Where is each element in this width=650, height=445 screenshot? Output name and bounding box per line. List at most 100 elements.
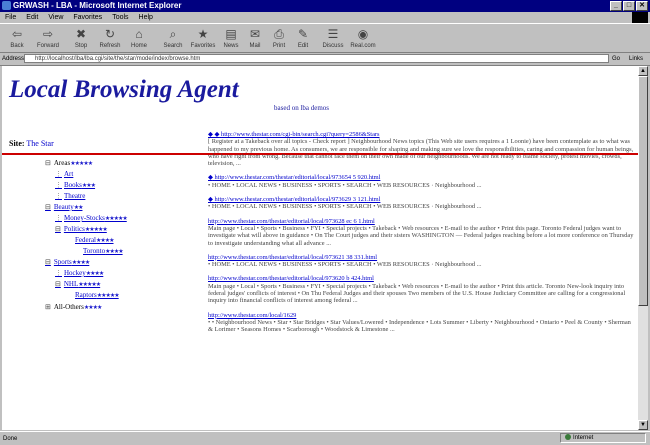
rating-stars: ★★★★	[83, 305, 102, 311]
tree-branch-icon: ⋮	[55, 181, 62, 189]
result-link[interactable]: ◆ http://www.thestar.com/thestar/editori…	[208, 174, 634, 181]
edit-button[interactable]: ✎ Edit	[288, 27, 318, 49]
tree-branch-icon: ⋮	[55, 170, 62, 178]
tree-node-areas[interactable]: ⊟ Areas★★★★★	[45, 159, 93, 167]
powered-by-link[interactable]: based on lba demos	[274, 104, 329, 112]
result-snippet: • HOME • LOCAL NEWS • BUSINESS • SPORTS …	[208, 181, 482, 189]
rating-stars: ★★★★★	[104, 216, 128, 222]
menu-edit[interactable]: Edit	[21, 12, 43, 23]
scrollbar-thumb[interactable]	[638, 76, 648, 306]
result-item: ◆ http://www.thestar.com/thestar/editori…	[208, 196, 634, 211]
rating-stars: ★★★★	[96, 238, 114, 244]
relevance-diamond-icon: ◆ ◆	[208, 131, 220, 138]
tree-node-sports[interactable]: ⊟ Sports★★★★	[45, 258, 90, 266]
status-text: Done	[3, 436, 18, 442]
menu-tools[interactable]: Tools	[107, 12, 133, 23]
back-button[interactable]: ⇦ Back	[2, 27, 32, 49]
stop-icon: ✖	[75, 27, 87, 41]
collapse-icon[interactable]: ⊟	[45, 203, 51, 211]
result-item: ◆ http://www.thestar.com/thestar/editori…	[208, 174, 634, 189]
ie-icon	[2, 1, 11, 10]
tree-node-nhl[interactable]: ⊟ NHL★★★★★	[55, 280, 101, 288]
back-arrow-icon: ⇦	[11, 27, 23, 41]
result-link[interactable]: http://www.thestar.com/local/1629	[208, 312, 634, 319]
address-bar: Address http://localhost/lba/lba.cgi/sit…	[0, 53, 650, 66]
discuss-button[interactable]: ☰ Discuss	[318, 27, 348, 49]
collapse-icon[interactable]: ⊟	[45, 159, 51, 167]
category-tree: ⊟ Areas★★★★★ ⋮ Art ⋮ Books★★★ ⋮ Theatre ⊟ Bea…	[37, 159, 207, 399]
minimize-button[interactable]: _	[610, 1, 622, 11]
tree-node-federal[interactable]: Federal★★★★	[75, 236, 114, 244]
result-link[interactable]: http://www.thestar.com/thestar/editorial…	[208, 254, 634, 261]
result-item: http://www.thestar.com/local/1629 • • Ne…	[208, 312, 634, 334]
tree-branch-icon: ⋮	[55, 269, 62, 277]
realcom-icon: ◉	[357, 27, 369, 41]
rating-stars: ★★★★★	[70, 161, 93, 167]
zone-indicator: Internet	[560, 433, 646, 443]
result-link[interactable]: http://www.thestar.com/thestar/editorial…	[208, 275, 634, 282]
vertical-scrollbar[interactable]: ▲ ▼	[638, 66, 648, 430]
rating-stars: ★★★★★	[84, 227, 108, 233]
discuss-icon: ☰	[327, 27, 339, 41]
tree-node-books[interactable]: ⋮ Books★★★	[55, 181, 96, 189]
result-snippet: Main page • Local • Sports • Business • …	[208, 282, 626, 305]
maximize-button[interactable]: □	[623, 1, 635, 11]
links-button[interactable]: Links	[629, 53, 643, 65]
scroll-down-button[interactable]: ▼	[638, 420, 648, 430]
result-item: ◆ ◆ http://www.thestar.com/cgi-bin/searc…	[208, 131, 634, 167]
expand-icon[interactable]: ⊞	[45, 303, 51, 311]
favorites-button[interactable]: ★ Favorites	[188, 27, 218, 49]
menu-help[interactable]: Help	[134, 12, 158, 23]
scroll-up-button[interactable]: ▲	[638, 66, 648, 76]
result-link[interactable]: ◆ ◆ http://www.thestar.com/cgi-bin/searc…	[208, 131, 634, 138]
rating-stars: ★★★	[81, 183, 96, 189]
favorites-icon: ★	[197, 27, 209, 41]
tree-node-beauty[interactable]: ⊟ Beauty★★	[45, 203, 84, 211]
result-snippet: [ Register at a Takeback over all topics…	[208, 138, 634, 168]
refresh-icon: ↻	[104, 27, 116, 41]
result-link[interactable]: http://www.thestar.com/thestar/editorial…	[208, 218, 634, 225]
tree-node-art[interactable]: ⋮ Art	[55, 170, 73, 178]
tree-node-hockey[interactable]: ⋮ Hockey★★★★	[55, 269, 104, 277]
tree-branch-icon: ⋮	[55, 214, 62, 222]
page-title: Local Browsing Agent	[9, 76, 239, 103]
collapse-icon[interactable]: ⊟	[55, 280, 61, 288]
tree-node-theatre[interactable]: ⋮ Theatre	[55, 192, 85, 200]
collapse-icon[interactable]: ⊟	[55, 225, 61, 233]
result-snippet: Main page • Local • Sports • Business • …	[208, 224, 634, 247]
window-controls: _ □ ✕	[610, 1, 648, 11]
windows-logo-icon	[632, 12, 648, 23]
relevance-diamond-icon: ◆	[208, 196, 213, 204]
rating-stars: ★★	[73, 205, 84, 211]
result-item: http://www.thestar.com/thestar/editorial…	[208, 275, 634, 304]
forward-button[interactable]: ⇨ Forward	[33, 27, 63, 49]
site-name-link[interactable]: The Star	[26, 139, 53, 148]
tree-node-all-others[interactable]: ⊞ All-Others★★★★	[45, 303, 102, 311]
stop-button[interactable]: ✖ Stop	[66, 27, 96, 49]
tree-node-politics[interactable]: ⊟ Politics★★★★★	[55, 225, 108, 233]
tree-node-toronto[interactable]: Toronto★★★★	[83, 247, 124, 255]
toolbar: ⇦ Back ⇨ Forward ✖ Stop ↻ Refresh ⌂ Home ⌕ Sea…	[0, 23, 650, 53]
edit-icon: ✎	[297, 27, 309, 41]
forward-arrow-icon: ⇨	[42, 27, 54, 41]
address-input[interactable]: http://localhost/lba/lba.cgi/site/the/st…	[24, 54, 609, 63]
refresh-button[interactable]: ↻ Refresh	[95, 27, 125, 49]
realcom-button[interactable]: ◉ Real.com	[348, 27, 378, 49]
tree-node-money-stocks[interactable]: ⋮ Money-Stocks★★★★★	[55, 214, 128, 222]
result-link[interactable]: ◆ http://www.thestar.com/thestar/editori…	[208, 196, 634, 203]
relevance-diamond-icon: ◆	[208, 174, 213, 182]
tree-node-raptors[interactable]: Raptors★★★★★	[75, 291, 120, 299]
menu-file[interactable]: File	[0, 12, 21, 23]
page-content: Local Browsing Agent based on lba demos …	[2, 66, 638, 430]
collapse-icon[interactable]: ⊟	[45, 258, 51, 266]
go-button[interactable]: Go	[612, 53, 620, 65]
home-button[interactable]: ⌂ Home	[124, 27, 154, 49]
window-title: GRWASH - LBA - Microsoft Internet Explor…	[13, 1, 182, 10]
close-button[interactable]: ✕	[636, 1, 648, 11]
menu-view[interactable]: View	[43, 12, 68, 23]
window-titlebar[interactable]: GRWASH - LBA - Microsoft Internet Explor…	[0, 0, 650, 12]
search-button[interactable]: ⌕ Search	[158, 27, 188, 49]
globe-icon	[565, 434, 571, 441]
menu-favorites[interactable]: Favorites	[68, 12, 107, 23]
results-list: ◆ ◆ http://www.thestar.com/cgi-bin/searc…	[208, 131, 634, 341]
